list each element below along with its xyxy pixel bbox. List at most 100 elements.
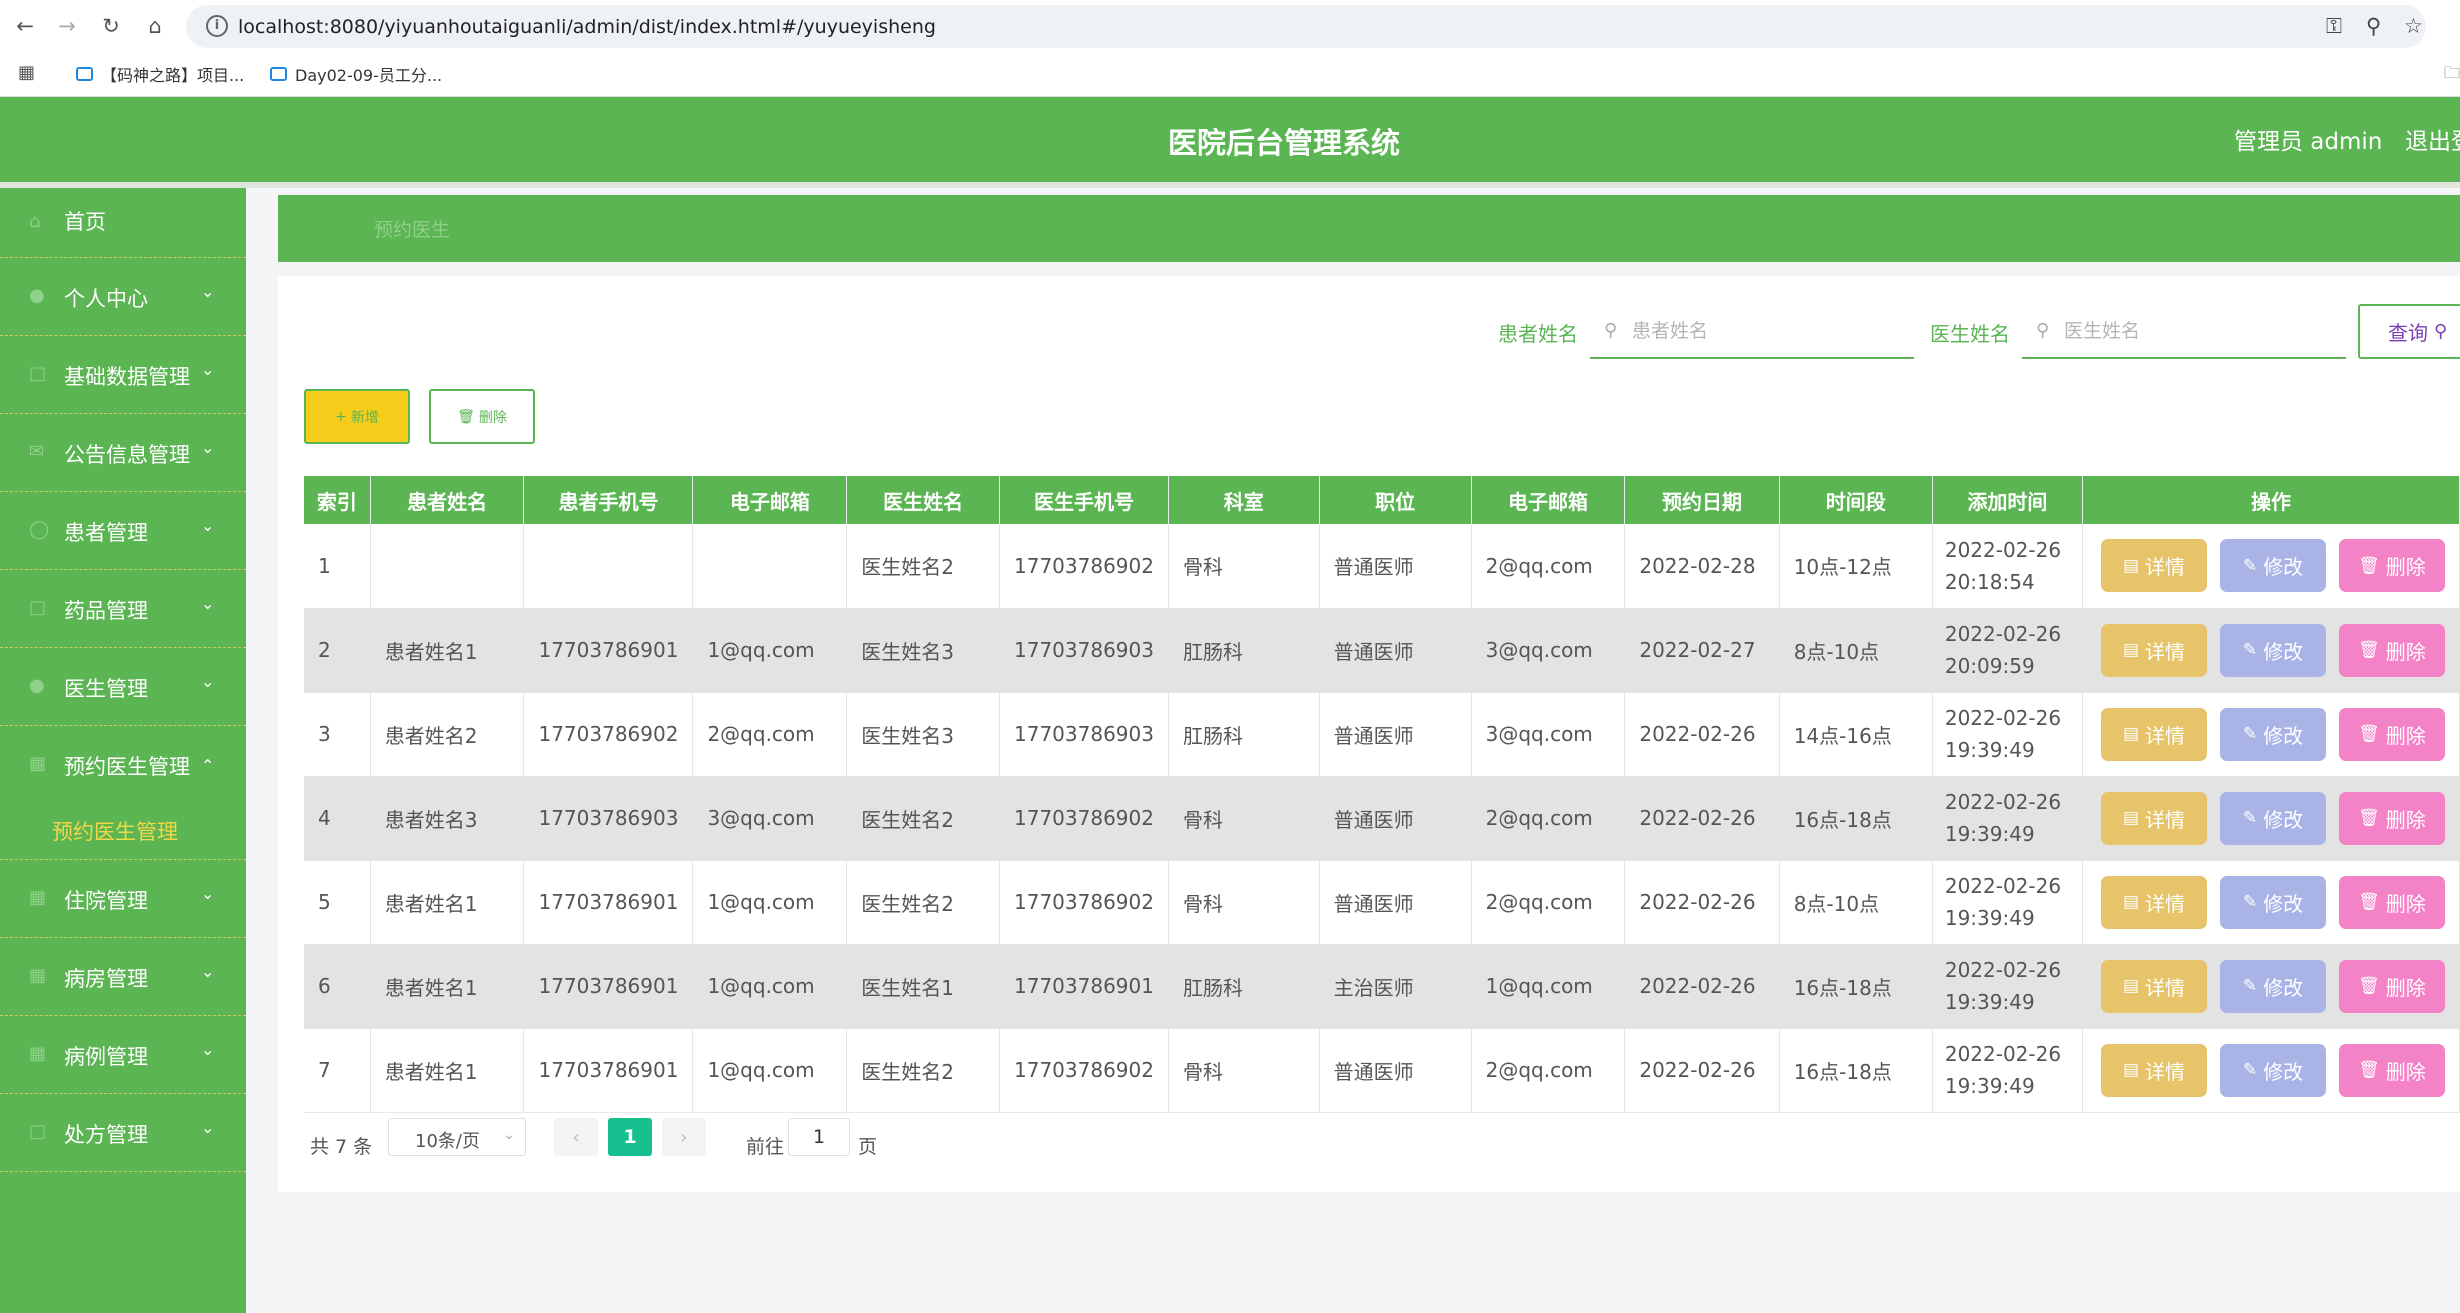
column-header[interactable]: 患者手机号 bbox=[523, 476, 694, 524]
column-header[interactable]: 医生手机号 bbox=[999, 476, 1169, 524]
sidebar-item-label: 公告信息管理 bbox=[64, 443, 190, 467]
address-url[interactable]: localhost:8080/yiyuanhoutaiguanli/admin/… bbox=[238, 16, 936, 38]
chevron-down-icon: ⌄ bbox=[201, 1118, 215, 1137]
column-header[interactable]: 患者姓名 bbox=[370, 476, 525, 524]
sidebar-item-inpatient[interactable]: ▦ 住院管理 ⌄ bbox=[0, 860, 246, 938]
bookmark-star-icon[interactable]: ☆ bbox=[2404, 14, 2423, 38]
column-header[interactable]: 科室 bbox=[1168, 476, 1320, 524]
column-header[interactable]: 职位 bbox=[1319, 476, 1472, 524]
detail-button[interactable]: ▤ 详情 bbox=[2100, 791, 2207, 845]
main-card: 患者姓名 ⚲ 医生姓名 ⚲ 查询 ⚲ + 新增 🗑 删除 索引 患者姓名 患者手… bbox=[278, 276, 2460, 1192]
next-page-button[interactable]: › bbox=[662, 1118, 706, 1156]
table-row: 1 医生姓名2 17703786902 骨科 普通医师 2@qq.com 2022-02-2… bbox=[304, 524, 2460, 609]
reload-icon[interactable]: ↻ bbox=[96, 11, 126, 41]
other-bookmarks-icon[interactable]: 🗀 bbox=[2444, 62, 2460, 89]
edit-button[interactable]: ✎ 修改 bbox=[2219, 1043, 2326, 1097]
breadcrumb-item[interactable]: 预约医生 bbox=[374, 215, 450, 242]
trash-icon: 🗑 bbox=[2358, 808, 2380, 828]
edit-button[interactable]: ✎ 修改 bbox=[2219, 791, 2326, 845]
add-button[interactable]: + 新增 bbox=[304, 389, 410, 444]
table-row: 7 患者姓名1 17703786901 1@qq.com 医生姓名2 1770378690… bbox=[304, 1028, 2460, 1113]
delete-button[interactable]: 🗑 删除 bbox=[2338, 707, 2445, 761]
home-page-icon[interactable]: ⌂ bbox=[140, 11, 170, 41]
doctor-name-search[interactable]: ⚲ bbox=[2022, 304, 2346, 359]
page-size-select[interactable]: 10条/页 ⌄ bbox=[388, 1118, 526, 1156]
detail-button[interactable]: ▤ 详情 bbox=[2100, 959, 2207, 1013]
goto-page-input[interactable] bbox=[788, 1118, 850, 1156]
column-header[interactable]: 预约日期 bbox=[1624, 476, 1780, 524]
detail-button[interactable]: ▤ 详情 bbox=[2100, 707, 2207, 761]
edit-button-label: 修改 bbox=[2263, 807, 2304, 832]
detail-button[interactable]: ▤ 详情 bbox=[2100, 539, 2207, 593]
delete-button[interactable]: 🗑 删除 bbox=[2338, 959, 2445, 1013]
delete-button[interactable]: 🗑 删除 bbox=[2338, 1043, 2445, 1097]
prev-page-button[interactable]: ‹ bbox=[554, 1118, 598, 1156]
doctor-name-input[interactable] bbox=[2062, 314, 2332, 348]
sidebar-item-label: 病例管理 bbox=[64, 1045, 148, 1069]
zoom-icon[interactable]: ⚲ bbox=[2366, 14, 2381, 38]
apps-grid-icon[interactable]: ▦ bbox=[18, 62, 35, 83]
sidebar-item-home[interactable]: ⌂ 首页 bbox=[0, 188, 246, 258]
column-header[interactable]: 时间段 bbox=[1779, 476, 1933, 524]
edit-button[interactable]: ✎ 修改 bbox=[2219, 707, 2326, 761]
folder-icon: □ bbox=[29, 363, 47, 384]
edit-button[interactable]: ✎ 修改 bbox=[2219, 539, 2326, 593]
chevron-down-icon: ⌄ bbox=[503, 1127, 515, 1143]
delete-button[interactable]: 🗑 删除 bbox=[2338, 875, 2445, 929]
delete-button[interactable]: 🗑 删除 bbox=[2338, 791, 2445, 845]
sidebar-item-medicine[interactable]: □ 药品管理 ⌄ bbox=[0, 570, 246, 648]
doctor-name-cell: 医生姓名2 bbox=[846, 524, 1000, 609]
sidebar-item-basic-data[interactable]: □ 基础数据管理 ⌄ bbox=[0, 336, 246, 414]
column-header[interactable]: 电子邮箱 bbox=[1471, 476, 1626, 524]
sidebar-item-patient[interactable]: ◯ 患者管理 ⌄ bbox=[0, 492, 246, 570]
position-cell: 普通医师 bbox=[1319, 692, 1472, 777]
edit-button[interactable]: ✎ 修改 bbox=[2219, 623, 2326, 677]
sidebar-item-label: 基础数据管理 bbox=[64, 365, 190, 389]
column-header[interactable]: 索引 bbox=[304, 476, 371, 524]
edit-button[interactable]: ✎ 修改 bbox=[2219, 875, 2326, 929]
patient-email-cell: 1@qq.com bbox=[692, 1028, 848, 1113]
patient-phone-cell: 17703786903 bbox=[523, 776, 694, 861]
search-icon: ⚲ bbox=[1604, 320, 1618, 341]
page-number-current[interactable]: 1 bbox=[608, 1118, 652, 1156]
delete-button[interactable]: 🗑 删除 bbox=[2338, 623, 2445, 677]
site-info-icon[interactable]: i bbox=[206, 15, 228, 37]
back-icon[interactable]: ← bbox=[10, 11, 40, 41]
sidebar-item-appointment[interactable]: ▦ 预约医生管理 ⌃ bbox=[0, 726, 246, 804]
column-header[interactable]: 医生姓名 bbox=[846, 476, 1000, 524]
trash-icon: 🗑 bbox=[2358, 1060, 2380, 1080]
chevron-down-icon: ⌄ bbox=[201, 672, 215, 691]
sidebar-item-doctor[interactable]: ● 医生管理 ⌄ bbox=[0, 648, 246, 726]
chevron-down-icon: ⌄ bbox=[201, 884, 215, 903]
bookmark-item[interactable]: Day02-09-员工分... bbox=[270, 62, 442, 86]
actions-cell: ▤ 详情 ✎ 修改 🗑 删除 bbox=[2082, 524, 2460, 609]
sidebar-subitem-appointment[interactable]: 预约医生管理 bbox=[0, 804, 246, 860]
bookmark-item[interactable]: 【码神之路】项目... bbox=[76, 62, 244, 86]
detail-button[interactable]: ▤ 详情 bbox=[2100, 875, 2207, 929]
address-bar[interactable]: i localhost:8080/yiyuanhoutaiguanli/admi… bbox=[186, 5, 2426, 48]
detail-button[interactable]: ▤ 详情 bbox=[2100, 1043, 2207, 1097]
password-key-icon[interactable]: ⚿ bbox=[2326, 14, 2342, 39]
patient-name-label: 患者姓名 bbox=[1498, 322, 1578, 346]
chevron-down-icon: ⌄ bbox=[201, 1040, 215, 1059]
query-button[interactable]: 查询 ⚲ bbox=[2358, 304, 2460, 359]
delete-button-label: 删除 bbox=[2385, 723, 2426, 748]
delete-button[interactable]: 🗑 删除 bbox=[2338, 539, 2445, 593]
sidebar-item-personal[interactable]: ● 个人中心 ⌄ bbox=[0, 258, 246, 336]
table-row: 2 患者姓名1 17703786901 1@qq.com 医生姓名3 1770378690… bbox=[304, 608, 2460, 693]
sidebar-item-ward[interactable]: ▦ 病房管理 ⌄ bbox=[0, 938, 246, 1016]
logout-link[interactable]: 退出登 bbox=[2405, 122, 2460, 156]
patient-name-input[interactable] bbox=[1630, 314, 1900, 348]
detail-button[interactable]: ▤ 详情 bbox=[2100, 623, 2207, 677]
column-header[interactable]: 添加时间 bbox=[1932, 476, 2083, 524]
column-header[interactable]: 电子邮箱 bbox=[692, 476, 848, 524]
patient-name-search[interactable]: ⚲ bbox=[1590, 304, 1914, 359]
time-slot-cell: 16点-18点 bbox=[1779, 776, 1933, 861]
sidebar-item-case[interactable]: ▦ 病例管理 ⌄ bbox=[0, 1016, 246, 1094]
sidebar-item-notice[interactable]: ✉ 公告信息管理 ⌄ bbox=[0, 414, 246, 492]
sidebar-item-prescription[interactable]: □ 处方管理 ⌄ bbox=[0, 1094, 246, 1172]
batch-delete-button[interactable]: 🗑 删除 bbox=[429, 389, 535, 444]
edit-button[interactable]: ✎ 修改 bbox=[2219, 959, 2326, 1013]
forward-icon[interactable]: → bbox=[52, 11, 82, 41]
detail-button-label: 详情 bbox=[2145, 723, 2185, 748]
